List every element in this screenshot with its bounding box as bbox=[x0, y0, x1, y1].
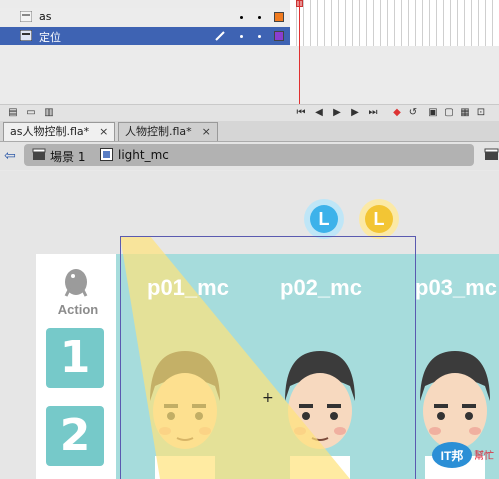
lock-dot[interactable] bbox=[258, 16, 261, 19]
prev-frame-icon[interactable]: ◀ bbox=[314, 108, 324, 118]
last-frame-icon[interactable]: ⏭ bbox=[368, 108, 378, 118]
layer-name: 定位 bbox=[39, 31, 61, 44]
lock-dot[interactable] bbox=[258, 35, 261, 38]
watermark-main: IT邦 bbox=[441, 448, 464, 463]
tab-label: 人物控制.fla* bbox=[125, 125, 192, 138]
frame-grid[interactable] bbox=[290, 0, 499, 46]
registration-point-icon[interactable]: + bbox=[262, 390, 274, 406]
next-frame-icon[interactable]: ▶ bbox=[350, 108, 360, 118]
action-figure-icon bbox=[64, 269, 88, 297]
layer-color-swatch[interactable] bbox=[274, 31, 284, 41]
new-folder-icon[interactable]: ▭ bbox=[26, 108, 36, 118]
button-1[interactable]: 1 bbox=[46, 328, 104, 388]
timeline-panel: as 定位 ▤ ▭ ▥ ⏮ ◀ ▶ ▶ ⏭ ◆ ↺ ▣ ▢ ▦ ⊡ bbox=[0, 0, 499, 122]
mc-label-p03: p03_mc bbox=[415, 275, 497, 300]
light-button-label: L bbox=[365, 205, 393, 233]
clapper-icon[interactable] bbox=[484, 148, 499, 161]
visibility-dot[interactable] bbox=[240, 16, 243, 19]
playhead-line bbox=[299, 0, 300, 104]
new-layer-icon[interactable]: ▤ bbox=[8, 108, 18, 118]
onion-outline-icon[interactable]: ▢ bbox=[444, 108, 454, 118]
edit-bar: 場景 1 light_mc bbox=[0, 142, 499, 170]
edit-multiple-icon[interactable]: ▦ bbox=[460, 108, 470, 118]
stage: Action 1 2 p01_mc p02_mc p03_mc L L + IT… bbox=[0, 171, 499, 479]
pencil-icon[interactable] bbox=[214, 30, 226, 42]
tab-label: as人物控制.fla* bbox=[10, 125, 90, 138]
light-button-label: L bbox=[310, 205, 338, 233]
onion-skin-icon[interactable]: ▣ bbox=[428, 108, 438, 118]
layer-row-location[interactable]: 定位 bbox=[0, 27, 290, 45]
light-button-yellow[interactable]: L bbox=[359, 199, 399, 239]
frame-grid-empty bbox=[290, 46, 499, 104]
layer-row-as[interactable]: as bbox=[0, 8, 290, 26]
layer-color-swatch[interactable] bbox=[274, 12, 284, 22]
button-2[interactable]: 2 bbox=[46, 406, 104, 466]
tab-as-person-control[interactable]: as人物控制.fla* × bbox=[3, 122, 116, 141]
action-sidebar: Action 1 2 bbox=[36, 254, 116, 479]
selection-bounding-box[interactable] bbox=[120, 236, 416, 479]
trash-icon[interactable]: ▥ bbox=[44, 108, 54, 118]
document-tabs: as人物控制.fla* × 人物控制.fla* × bbox=[0, 121, 499, 142]
loop-icon[interactable]: ↺ bbox=[408, 108, 418, 118]
action-label: Action bbox=[57, 302, 99, 317]
clapper-icon bbox=[32, 148, 46, 160]
close-icon[interactable]: × bbox=[99, 125, 108, 138]
back-arrow-icon[interactable]: ⇦ bbox=[4, 148, 16, 164]
visibility-dot[interactable] bbox=[240, 35, 243, 38]
layer-icon bbox=[20, 11, 32, 22]
layer-icon bbox=[20, 30, 32, 41]
breadcrumb-scene[interactable]: 場景 1 bbox=[50, 148, 85, 165]
timeline-toolbar: ▤ ▭ ▥ ⏮ ◀ ▶ ▶ ⏭ ◆ ↺ ▣ ▢ ▦ ⊡ bbox=[0, 104, 499, 122]
watermark-sub: 幫忙 bbox=[474, 449, 494, 462]
movieclip-icon bbox=[100, 148, 113, 161]
layer-name: as bbox=[39, 10, 52, 23]
play-icon[interactable]: ▶ bbox=[332, 108, 342, 118]
light-button-blue[interactable]: L bbox=[304, 199, 344, 239]
first-frame-icon[interactable]: ⏮ bbox=[296, 108, 306, 118]
onion-markers-icon[interactable]: ⊡ bbox=[476, 108, 486, 118]
close-icon[interactable]: × bbox=[202, 125, 211, 138]
tab-person-control[interactable]: 人物控制.fla* × bbox=[118, 122, 218, 141]
breadcrumb: 場景 1 light_mc bbox=[24, 144, 474, 166]
breadcrumb-symbol[interactable]: light_mc bbox=[118, 148, 169, 162]
watermark-logo: IT邦 幫忙 bbox=[430, 439, 499, 469]
center-frame-icon[interactable]: ◆ bbox=[392, 108, 402, 118]
